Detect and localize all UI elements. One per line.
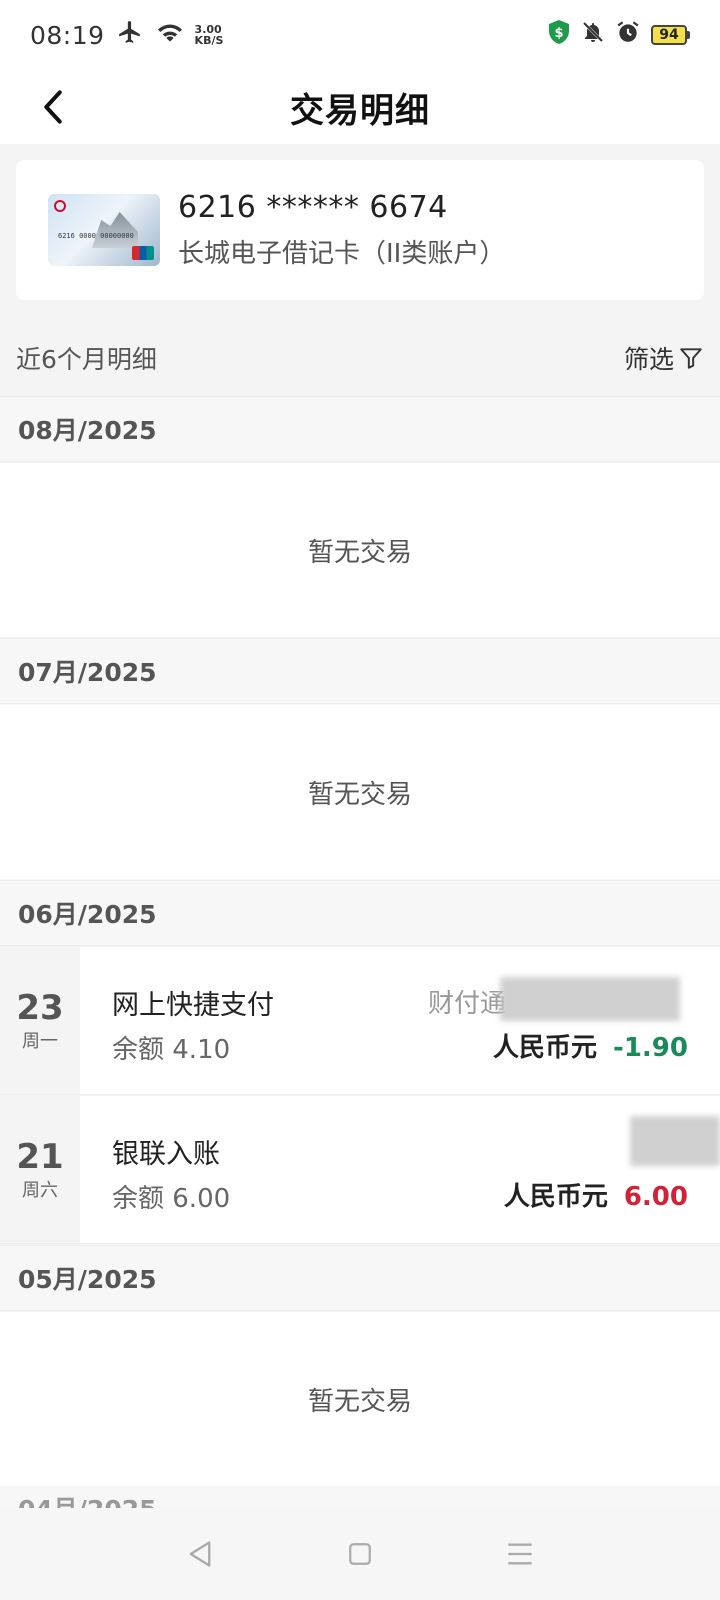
- privacy-mask: [630, 1116, 720, 1166]
- transaction-row[interactable]: 21 周六 银联入账 余额 6.00 人民币元 6.00: [0, 1096, 720, 1244]
- month-header-partial: 04月/2025: [0, 1488, 720, 1508]
- transaction-amount: 6.00: [623, 1182, 688, 1212]
- nav-menu-button[interactable]: [496, 1530, 544, 1578]
- empty-state: 暂无交易: [0, 1312, 720, 1486]
- transaction-balance: 余额 4.10: [112, 1035, 231, 1065]
- menu-icon: [508, 1543, 532, 1565]
- alarm-icon: [615, 19, 641, 51]
- bell-off-icon: [581, 20, 605, 50]
- card-name: 长城电子借记卡（II类账户）: [178, 239, 506, 269]
- transaction-amount: -1.90: [613, 1033, 688, 1063]
- status-time: 08:19: [30, 20, 105, 50]
- triangle-back-icon: [189, 1541, 211, 1567]
- battery-icon: 94: [651, 25, 690, 45]
- empty-state: 暂无交易: [0, 705, 720, 879]
- unionpay-icon: [132, 246, 154, 260]
- empty-state: 暂无交易: [0, 463, 720, 637]
- app-header: 交易明细: [0, 70, 720, 144]
- chevron-left-icon: [44, 90, 62, 124]
- page-title: 交易明细: [290, 90, 430, 131]
- airplane-icon: [115, 19, 145, 51]
- system-nav-bar: [0, 1508, 720, 1600]
- funnel-icon: [680, 348, 702, 369]
- square-home-icon: [349, 1543, 371, 1565]
- filter-button[interactable]: 筛选: [624, 340, 704, 376]
- nav-home-button[interactable]: [336, 1530, 384, 1578]
- filter-row: 近6个月明细 筛选: [0, 320, 720, 396]
- account-card[interactable]: 6216 0000 00000000 6216 ****** 6674 长城电子…: [16, 160, 704, 300]
- transaction-type: 网上快捷支付: [112, 990, 274, 1021]
- card-image: 6216 0000 00000000: [48, 194, 160, 266]
- transaction-date: 23 周一: [0, 947, 80, 1094]
- back-button[interactable]: [26, 80, 80, 134]
- month-header: 05月/2025: [0, 1245, 720, 1311]
- month-header: 07月/2025: [0, 638, 720, 704]
- network-speed: 3.00 KB/S: [194, 23, 224, 47]
- svg-text:$: $: [554, 26, 563, 41]
- month-header: 06月/2025: [0, 880, 720, 946]
- nav-back-button[interactable]: [176, 1530, 224, 1578]
- status-bar: 08:19 3.00 KB/S $ 94: [0, 0, 720, 70]
- month-header: 08月/2025: [0, 396, 720, 462]
- transaction-type: 银联入账: [112, 1139, 220, 1170]
- transaction-currency: 人民币元: [493, 1033, 598, 1063]
- card-number: 6216 ****** 6674: [178, 190, 448, 225]
- shield-dollar-icon: $: [547, 19, 571, 51]
- transaction-currency: 人民币元: [503, 1182, 608, 1212]
- transaction-row[interactable]: 23 周一 网上快捷支付 余额 4.10 财付通 人民币元 -1.90: [0, 947, 720, 1095]
- period-label: 近6个月明细: [16, 345, 157, 374]
- transaction-balance: 余额 6.00: [112, 1184, 231, 1214]
- wifi-icon: [155, 20, 185, 50]
- privacy-mask: [500, 977, 680, 1021]
- transaction-date: 21 周六: [0, 1096, 80, 1243]
